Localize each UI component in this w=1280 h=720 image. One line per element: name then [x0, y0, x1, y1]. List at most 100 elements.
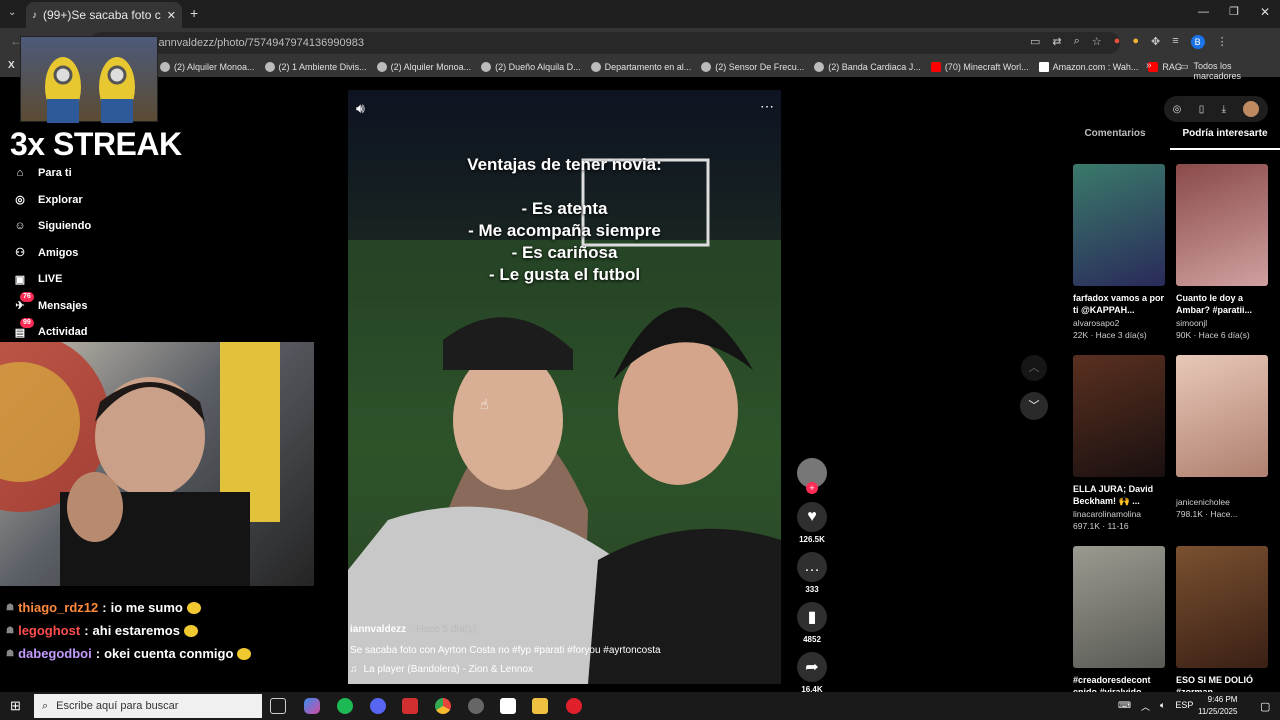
prev-video-button[interactable]: ︿ — [1021, 355, 1047, 381]
tab-search-icon[interactable]: ⌄ — [8, 7, 16, 18]
more-options-icon[interactable]: ⋯ — [760, 98, 774, 115]
video-thumbnail[interactable] — [1176, 355, 1268, 477]
share-icon[interactable]: ➦ — [797, 652, 827, 682]
bookmark-icon[interactable]: ▮ — [797, 602, 827, 632]
video-card[interactable]: farfadox vamos a por ti @KAPPAH... alvaro… — [1073, 164, 1165, 340]
comment-icon[interactable]: … — [797, 552, 827, 582]
sidebar-item-amigos[interactable]: ⚇ Amigos — [12, 240, 212, 267]
streak-label: 3x STREAK — [10, 126, 182, 162]
video-thumbnail[interactable] — [1176, 164, 1268, 286]
video-thumbnail[interactable] — [1073, 355, 1165, 477]
language-indicator[interactable]: ESP — [1175, 700, 1193, 713]
sidebar-item-mensajes[interactable]: ✈ 76 Mensajes — [12, 291, 212, 320]
bookmark-item[interactable]: Amazon.com : Wah... — [1038, 61, 1138, 72]
close-tab-icon[interactable]: ✕ — [167, 9, 176, 22]
home-icon: ⌂ — [16, 167, 24, 180]
chrome-icon[interactable] — [435, 698, 451, 714]
bookmark-item[interactable]: (2) 1 Ambiente Divis... — [264, 61, 367, 72]
follow-plus-icon[interactable]: + — [806, 482, 818, 494]
tab-suggestions[interactable]: Podría interesarte — [1170, 128, 1280, 150]
comment-action[interactable]: … 333 — [796, 552, 828, 594]
video-card[interactable]: Cuanto le doy a Ambar? #paratii... simoon… — [1176, 164, 1268, 340]
heart-icon[interactable]: ♥ — [797, 502, 827, 532]
notification-badge: 99 — [20, 318, 34, 329]
chrome-alt-icon[interactable] — [468, 698, 484, 714]
phone-icon[interactable]: ▯ — [1199, 104, 1205, 115]
profile-avatar[interactable]: B — [1190, 35, 1205, 49]
capcut-icon[interactable] — [500, 698, 516, 714]
video-card[interactable]: ELLA JURA; David Beckham! 🙌 ... linacarol… — [1073, 355, 1165, 531]
close-window-button[interactable]: ✕ — [1260, 5, 1270, 19]
media-icon[interactable]: ≡ — [1172, 35, 1178, 49]
music-title[interactable]: La player (Bandolera) - Zion & Lennox — [364, 664, 534, 675]
address-bar[interactable]: iannvaldezz/photo/7574947974136990983 — [90, 32, 1120, 54]
extension-color-icon[interactable]: ● — [1132, 35, 1139, 49]
extension-red-icon[interactable]: ● — [1114, 35, 1121, 49]
video-card[interactable]: janicenicholee 798.1K · Hace... — [1176, 355, 1268, 519]
speaker-icon[interactable]: 🔈︎ — [1160, 700, 1165, 713]
keyboard-icon[interactable]: ⌨ — [1118, 700, 1131, 713]
sidebar-item-siguiendo[interactable]: ☺ Siguiendo — [12, 213, 212, 240]
active-tab[interactable]: ♪ (99+)Se sacaba foto con Ayrton ✕ — [26, 2, 182, 28]
bookmark-item[interactable]: (2) Banda Cardiaca J... — [814, 61, 921, 72]
bookmark-star-icon[interactable]: ☆ — [1092, 35, 1102, 49]
save-action[interactable]: ▮ 4852 — [796, 602, 828, 644]
volume-icon[interactable]: 🔊︎ — [356, 100, 365, 117]
app-red-icon[interactable] — [402, 698, 418, 714]
extensions-icon[interactable]: ✥ — [1151, 35, 1160, 49]
notification-icon[interactable]: ▢ — [1260, 700, 1270, 713]
sidebar-item-para-ti[interactable]: ⌂ Para ti — [12, 160, 212, 187]
file-explorer-icon[interactable] — [532, 698, 548, 714]
restore-button[interactable]: ❐ — [1229, 5, 1239, 18]
video-card[interactable]: #creadoresdecont enido #viralvido — [1073, 546, 1165, 698]
bookmark-item[interactable]: (2) Dueño Alquila D... — [481, 61, 581, 72]
author-name[interactable]: iannvaldezz — [350, 624, 406, 635]
compass-icon[interactable]: ◎ — [1173, 104, 1182, 115]
translate-icon[interactable]: ⇄ — [1052, 35, 1061, 49]
more-bookmarks-icon[interactable]: » — [1146, 60, 1152, 71]
taskbar-search[interactable]: ⌕ Escribe aquí para buscar — [34, 694, 262, 718]
opera-icon[interactable] — [566, 698, 582, 714]
new-tab-button[interactable]: + — [190, 5, 198, 21]
zoom-icon[interactable]: ⌕ — [1074, 35, 1080, 49]
all-bookmarks[interactable]: ▭ Todos los marcadores — [1180, 61, 1280, 81]
video-card[interactable]: ESO SI ME DOLIÓ #zorman — [1176, 546, 1268, 698]
bookmark-label: RAG — [1162, 61, 1182, 72]
bookmark-item[interactable]: (2) Alquiler Monoa... — [376, 61, 471, 72]
tray-up-icon[interactable]: ︿ — [1141, 700, 1150, 713]
user-avatar[interactable] — [1243, 101, 1260, 117]
next-video-button[interactable]: ﹀ — [1020, 392, 1048, 420]
download-icon[interactable]: ⤓ — [1222, 104, 1226, 115]
taskbar-clock[interactable]: 9:46 PM 11/25/2025 — [1198, 694, 1237, 718]
card-username[interactable]: alvarosapo2 — [1073, 318, 1165, 328]
card-username[interactable]: simoonjl — [1176, 318, 1268, 328]
spotify-icon[interactable] — [337, 698, 353, 714]
card-username[interactable]: linacarolinamolina — [1073, 509, 1165, 519]
x-bookmark-icon[interactable]: X — [8, 60, 15, 71]
discord-icon[interactable] — [370, 698, 386, 714]
video-player[interactable]: 🔊︎ ⋯ Ventajas de tener novia: - Es atenta… — [348, 90, 781, 684]
minimize-button[interactable]: — — [1198, 6, 1209, 18]
avatar[interactable]: + — [797, 458, 827, 494]
sidebar-item-explorar[interactable]: ◎ Explorar — [12, 187, 212, 214]
bookmark-item[interactable]: Departamento en al... — [590, 61, 691, 72]
bookmark-item[interactable]: (2) Alquiler Monoa... — [160, 61, 255, 72]
bookmark-item[interactable]: (2) Sensor De Frecu... — [701, 61, 804, 72]
chat-username: legoghost — [18, 623, 81, 638]
video-thumbnail[interactable] — [1176, 546, 1268, 668]
video-thumbnail[interactable] — [1073, 546, 1165, 668]
windows-start-icon[interactable]: ⊞ — [10, 698, 21, 714]
creator-avatar[interactable]: + — [796, 458, 828, 494]
sidebar-item-live[interactable]: ▣ LIVE — [12, 266, 212, 293]
copilot-icon[interactable] — [304, 698, 320, 714]
tab-comments[interactable]: Comentarios — [1060, 128, 1170, 150]
share-action[interactable]: ➦ 16.4K — [796, 652, 828, 694]
bookmark-item[interactable]: (70) Minecraft Worl... — [930, 61, 1029, 72]
task-view-icon[interactable] — [270, 698, 286, 714]
menu-icon[interactable]: ⋮ — [1217, 35, 1228, 49]
cast-icon[interactable]: ▭ — [1030, 35, 1040, 49]
card-username[interactable]: janicenicholee — [1176, 497, 1268, 507]
like-action[interactable]: ♥ 126.5K — [796, 502, 828, 544]
bookmark-item[interactable]: RAG — [1148, 61, 1182, 72]
video-thumbnail[interactable] — [1073, 164, 1165, 286]
